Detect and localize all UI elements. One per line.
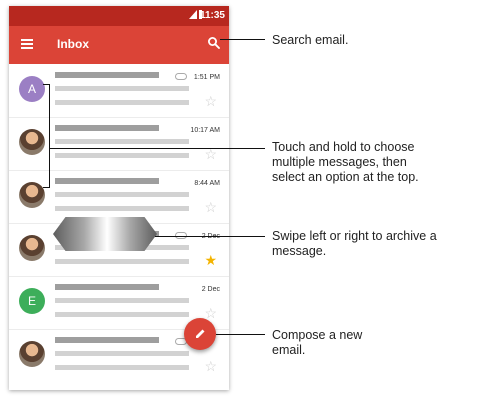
email-row[interactable]: 8:44 AM ☆ <box>9 170 229 224</box>
snippet-placeholder <box>55 365 189 370</box>
email-time: 2 Dec <box>201 286 220 293</box>
subject-placeholder <box>55 86 189 91</box>
subject-placeholder <box>55 351 189 356</box>
snippet-placeholder <box>55 100 189 105</box>
snippet-placeholder <box>55 259 189 264</box>
status-time: 11:35 <box>199 10 225 21</box>
subject-placeholder <box>55 192 189 197</box>
star-icon[interactable]: ☆ <box>204 359 217 373</box>
compose-callout-line-1: Compose a new <box>272 328 363 342</box>
compose-callout-line-2: email. <box>272 343 306 357</box>
avatar: E <box>19 288 45 314</box>
select-callout-line-2: multiple messages, then <box>272 155 407 169</box>
search-callout: Search email. <box>272 33 349 47</box>
menu-icon[interactable] <box>21 39 33 49</box>
pencil-icon <box>196 329 205 338</box>
snippet-placeholder <box>55 153 189 158</box>
page-title: Inbox <box>57 37 89 51</box>
avatar <box>19 235 45 261</box>
swipe-callout-line <box>155 236 265 237</box>
select-callout-line <box>49 148 265 149</box>
signal-icon <box>189 10 197 19</box>
star-icon[interactable]: ☆ <box>204 94 217 108</box>
star-icon[interactable]: ★ <box>204 253 217 267</box>
sender-placeholder <box>55 125 159 131</box>
app-bar: Inbox <box>9 26 229 64</box>
swipe-callout-line-2: message. <box>272 244 327 258</box>
subject-placeholder <box>55 139 189 144</box>
compose-callout-line <box>216 334 265 335</box>
search-icon[interactable] <box>207 36 221 50</box>
status-bar: 11:35 <box>9 6 229 26</box>
swipe-callout-line-1: Swipe left or right to archive a <box>272 229 437 243</box>
compose-button[interactable] <box>184 318 216 350</box>
swipe-gesture-indicator <box>53 217 157 251</box>
avatar <box>19 182 45 208</box>
sender-placeholder <box>55 284 159 290</box>
avatar: A <box>19 76 45 102</box>
star-icon[interactable]: ☆ <box>204 147 217 161</box>
select-callout-line <box>43 187 50 188</box>
email-row[interactable]: A 1:51 PM ☆ <box>9 64 229 118</box>
avatar <box>19 341 45 367</box>
email-time: 1:51 PM <box>193 74 220 81</box>
email-time: 10:17 AM <box>190 127 220 134</box>
snippet-placeholder <box>55 312 189 317</box>
sender-placeholder <box>55 337 159 343</box>
select-callout-line-3: select an option at the top. <box>272 170 419 184</box>
avatar <box>19 129 45 155</box>
star-icon[interactable]: ☆ <box>204 200 217 214</box>
select-callout-line-1: Touch and hold to choose <box>272 140 415 154</box>
sender-placeholder <box>55 178 159 184</box>
select-callout-line <box>49 84 50 188</box>
search-callout-line <box>220 39 265 40</box>
paperclip-icon <box>175 73 187 80</box>
email-row[interactable]: 10:17 AM ☆ <box>9 117 229 171</box>
subject-placeholder <box>55 298 189 303</box>
sender-placeholder <box>55 72 159 78</box>
email-time: 8:44 AM <box>194 180 220 187</box>
snippet-placeholder <box>55 206 189 211</box>
